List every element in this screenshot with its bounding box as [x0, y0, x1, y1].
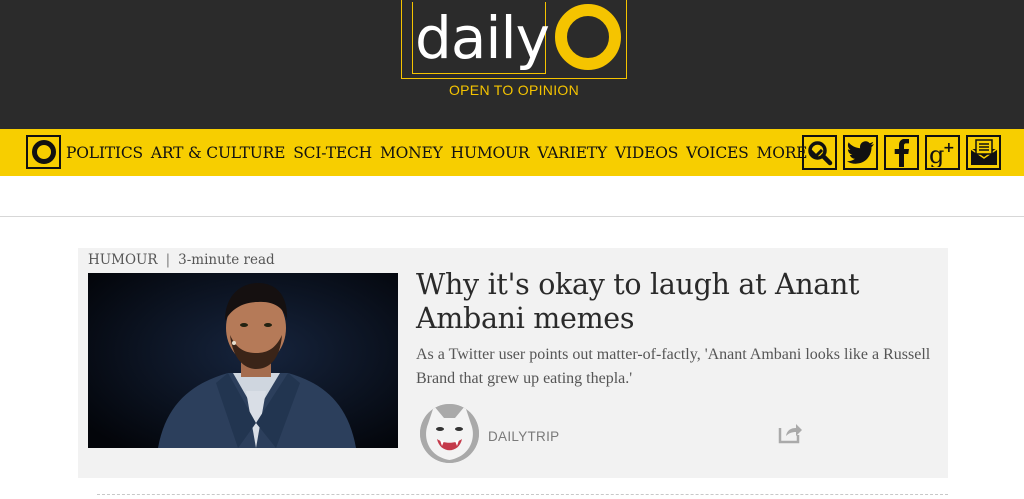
- nav-item-variety[interactable]: VARIETY: [537, 144, 607, 162]
- nav-item-money[interactable]: MONEY: [380, 144, 443, 162]
- site-tagline: OPEN TO OPINION: [448, 82, 579, 98]
- nav-item-humour[interactable]: HUMOUR: [451, 144, 530, 162]
- facebook-icon[interactable]: [884, 135, 919, 170]
- site-logo[interactable]: daily: [401, 0, 627, 79]
- article-read-time: 3-minute read: [178, 252, 275, 268]
- share-icon[interactable]: [778, 422, 802, 444]
- article-meta: HUMOUR | 3-minute read: [88, 252, 275, 268]
- home-o-icon[interactable]: [26, 135, 61, 169]
- author-avatar[interactable]: [420, 404, 479, 463]
- article-category[interactable]: HUMOUR: [88, 252, 158, 268]
- article-headline[interactable]: Why it's okay to laugh at Anant Ambani m…: [416, 268, 916, 336]
- google-plus-icon[interactable]: g +: [925, 135, 960, 170]
- article-divider: [97, 494, 948, 495]
- main-nav: POLITICS ART & CULTURE SCI-TECH MONEY HU…: [0, 129, 1024, 176]
- author-name[interactable]: DAILYTRIP: [488, 429, 559, 444]
- section-divider: [0, 216, 1024, 217]
- article-image[interactable]: [88, 273, 398, 448]
- nav-menu: POLITICS ART & CULTURE SCI-TECH MONEY HU…: [66, 129, 829, 176]
- twitter-icon[interactable]: [843, 135, 878, 170]
- nav-more-label: MORE: [756, 143, 808, 162]
- nav-item-politics[interactable]: POLITICS: [66, 144, 143, 162]
- article-summary: As a Twitter user points out matter-of-f…: [416, 346, 931, 387]
- newsletter-icon[interactable]: [966, 135, 1001, 170]
- logo-text: daily: [415, 4, 550, 72]
- nav-item-sci-tech[interactable]: SCI-TECH: [293, 144, 372, 162]
- meta-separator: |: [165, 252, 171, 268]
- site-header: daily OPEN TO OPINION: [0, 0, 1024, 129]
- logo-wordmark: daily: [412, 2, 550, 74]
- svg-text:+: +: [943, 140, 955, 156]
- article-card[interactable]: HUMOUR | 3-minute read Why it's okay to …: [78, 248, 948, 478]
- nav-item-videos[interactable]: VIDEOS: [615, 144, 678, 162]
- search-icon[interactable]: [802, 135, 837, 170]
- nav-item-voices[interactable]: VOICES: [686, 144, 749, 162]
- logo-o-icon: [555, 4, 621, 70]
- nav-item-art-culture[interactable]: ART & CULTURE: [151, 144, 286, 162]
